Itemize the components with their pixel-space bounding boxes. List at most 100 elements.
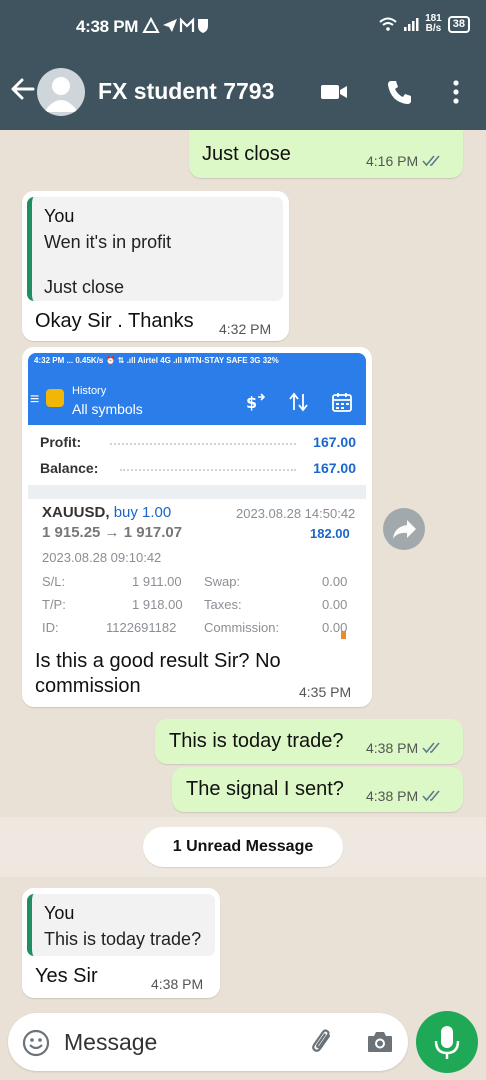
chat-area[interactable]: Just close 4:16 PM You Wen it's in profi… bbox=[0, 130, 486, 1010]
close-datetime: 2023.08.28 14:50:42 bbox=[236, 506, 356, 521]
trade-symbol: XAUUSD, buy 1.00 bbox=[42, 504, 171, 521]
swap-label: Swap: bbox=[204, 574, 241, 589]
sl-label: S/L: bbox=[42, 574, 66, 589]
message-text: Just close bbox=[202, 143, 291, 165]
status-time: 4:38 PM bbox=[76, 17, 139, 36]
attach-icon[interactable] bbox=[308, 1027, 338, 1057]
message-time: 4:38 PM bbox=[366, 740, 419, 756]
taxes-value: 0.00 bbox=[322, 597, 348, 612]
tp-value: 1 918.00 bbox=[132, 597, 183, 612]
calendar-icon bbox=[332, 393, 352, 412]
net-speed-unit: B/s bbox=[425, 23, 442, 34]
message-input[interactable] bbox=[64, 1027, 294, 1057]
signal-icon bbox=[404, 18, 419, 31]
sort-arrows-icon bbox=[289, 392, 308, 412]
quote-author: You bbox=[44, 903, 75, 923]
message-text: Okay Sir . Thanks bbox=[35, 310, 194, 332]
symbol: XAUUSD, bbox=[42, 504, 110, 521]
emoji-icon[interactable] bbox=[22, 1029, 50, 1057]
open-datetime: 2023.08.28 09:10:42 bbox=[42, 550, 162, 565]
balance-label: Balance: bbox=[40, 460, 99, 476]
trade-side: buy 1.00 bbox=[113, 504, 172, 521]
message-bubble-incoming[interactable]: You This is today trade? Yes Sir 4:38 PM bbox=[22, 888, 220, 998]
message-bubble-incoming[interactable]: You Wen it's in profit Just close Okay S… bbox=[22, 191, 289, 341]
dotted-leader bbox=[120, 469, 296, 471]
message-time: 4:38 PM bbox=[151, 976, 204, 992]
balance-row: Balance: 167.00 bbox=[40, 460, 356, 480]
chat-header: FX student 7793 bbox=[0, 52, 486, 130]
battery-icon: 38 bbox=[447, 15, 470, 33]
message-text: Yes Sir bbox=[35, 965, 98, 987]
svg-text:$: $ bbox=[246, 393, 257, 412]
profit-label: Profit: bbox=[40, 434, 82, 450]
tp-label: T/P: bbox=[42, 597, 66, 612]
message-compose-bar bbox=[8, 1013, 408, 1071]
swap-value: 0.00 bbox=[322, 574, 348, 589]
message-meta: 4:38 PM bbox=[366, 740, 444, 756]
id-label: ID: bbox=[42, 620, 59, 635]
quote-text: Just close bbox=[44, 277, 125, 297]
quoted-message[interactable]: You This is today trade? bbox=[27, 894, 215, 956]
dotted-leader bbox=[110, 443, 296, 445]
shared-screenshot[interactable]: 4:32 PM ... 0.45K/s ⏰ ⇅ .ıll Airtel 4G .… bbox=[28, 353, 366, 639]
unread-divider: 1 Unread Message bbox=[0, 817, 486, 877]
read-ticks-icon bbox=[422, 790, 440, 802]
touch-marker bbox=[341, 631, 346, 639]
avatar[interactable] bbox=[37, 68, 85, 116]
message-bubble-outgoing[interactable]: Just close 4:16 PM bbox=[189, 130, 463, 178]
message-time: 4:35 PM bbox=[299, 684, 352, 700]
message-text: This is today trade? bbox=[169, 730, 344, 752]
alert-triangle-icon bbox=[142, 17, 208, 33]
status-bar: 4:38 PM 181 B/s 38 bbox=[0, 0, 486, 52]
price-line: 1 915.25 → 1 917.07 bbox=[42, 524, 183, 541]
menu-icon: ≡ bbox=[30, 391, 40, 408]
camera-icon[interactable] bbox=[366, 1029, 394, 1055]
message-time: 4:38 PM bbox=[366, 788, 419, 804]
read-ticks-icon bbox=[422, 742, 440, 754]
trade-profit: 182.00 bbox=[310, 526, 350, 541]
screenshot-header: 4:32 PM ... 0.45K/s ⏰ ⇅ .ıll Airtel 4G .… bbox=[28, 353, 366, 425]
wifi-icon bbox=[379, 17, 397, 31]
forward-button[interactable] bbox=[383, 508, 425, 550]
unread-label: 1 Unread Message bbox=[143, 827, 343, 867]
screenshot-status: 4:32 PM ... 0.45K/s ⏰ ⇅ .ıll Airtel 4G .… bbox=[34, 356, 279, 365]
message-text-line: Is this a good result Sir? No bbox=[35, 650, 281, 672]
default-avatar-icon bbox=[44, 77, 78, 112]
message-text-line: commission bbox=[35, 675, 141, 697]
app-logo-icon bbox=[46, 389, 64, 407]
message-meta: 4:38 PM bbox=[366, 788, 444, 804]
message-bubble-outgoing[interactable]: This is today trade? 4:38 PM bbox=[155, 719, 463, 764]
phone-icon[interactable] bbox=[385, 78, 415, 106]
read-ticks-icon bbox=[422, 155, 440, 167]
back-arrow-icon[interactable] bbox=[9, 74, 37, 104]
quote-text: Wen it's in profit bbox=[44, 232, 172, 252]
message-bubble-outgoing[interactable]: The signal I sent? 4:38 PM bbox=[172, 767, 463, 812]
balance-value: 167.00 bbox=[313, 460, 356, 476]
message-time: 4:16 PM bbox=[366, 153, 419, 169]
message-text: The signal I sent? bbox=[186, 778, 344, 800]
mic-button[interactable] bbox=[416, 1011, 478, 1073]
id-value: 1122691182 bbox=[106, 620, 177, 635]
dollar-sort-icon: $ bbox=[246, 393, 266, 412]
net-speed: 181 B/s bbox=[425, 14, 442, 34]
sl-value: 1 911.00 bbox=[132, 574, 182, 589]
mic-icon bbox=[434, 1026, 460, 1059]
screenshot-title-small: History bbox=[72, 385, 107, 397]
profit-value: 167.00 bbox=[313, 434, 356, 450]
section-separator bbox=[28, 485, 366, 499]
forward-icon bbox=[393, 520, 416, 539]
message-bubble-incoming-image[interactable]: 4:32 PM ... 0.45K/s ⏰ ⇅ .ıll Airtel 4G .… bbox=[22, 347, 372, 707]
message-time: 4:32 PM bbox=[219, 321, 272, 337]
more-vert-icon[interactable] bbox=[441, 78, 471, 106]
quoted-message[interactable]: You Wen it's in profit Just close bbox=[27, 197, 283, 301]
video-call-icon[interactable] bbox=[319, 78, 349, 106]
quote-author: You bbox=[44, 206, 75, 226]
taxes-label: Taxes: bbox=[204, 597, 242, 612]
screenshot-title-main: All symbols bbox=[72, 401, 143, 417]
message-meta: 4:16 PM bbox=[366, 153, 444, 169]
quote-text: This is today trade? bbox=[44, 929, 202, 949]
contact-name[interactable]: FX student 7793 bbox=[98, 78, 274, 105]
status-right: 181 B/s 38 bbox=[379, 14, 470, 34]
profit-row: Profit: 167.00 bbox=[40, 434, 356, 454]
commission-label: Commission: bbox=[204, 620, 280, 635]
